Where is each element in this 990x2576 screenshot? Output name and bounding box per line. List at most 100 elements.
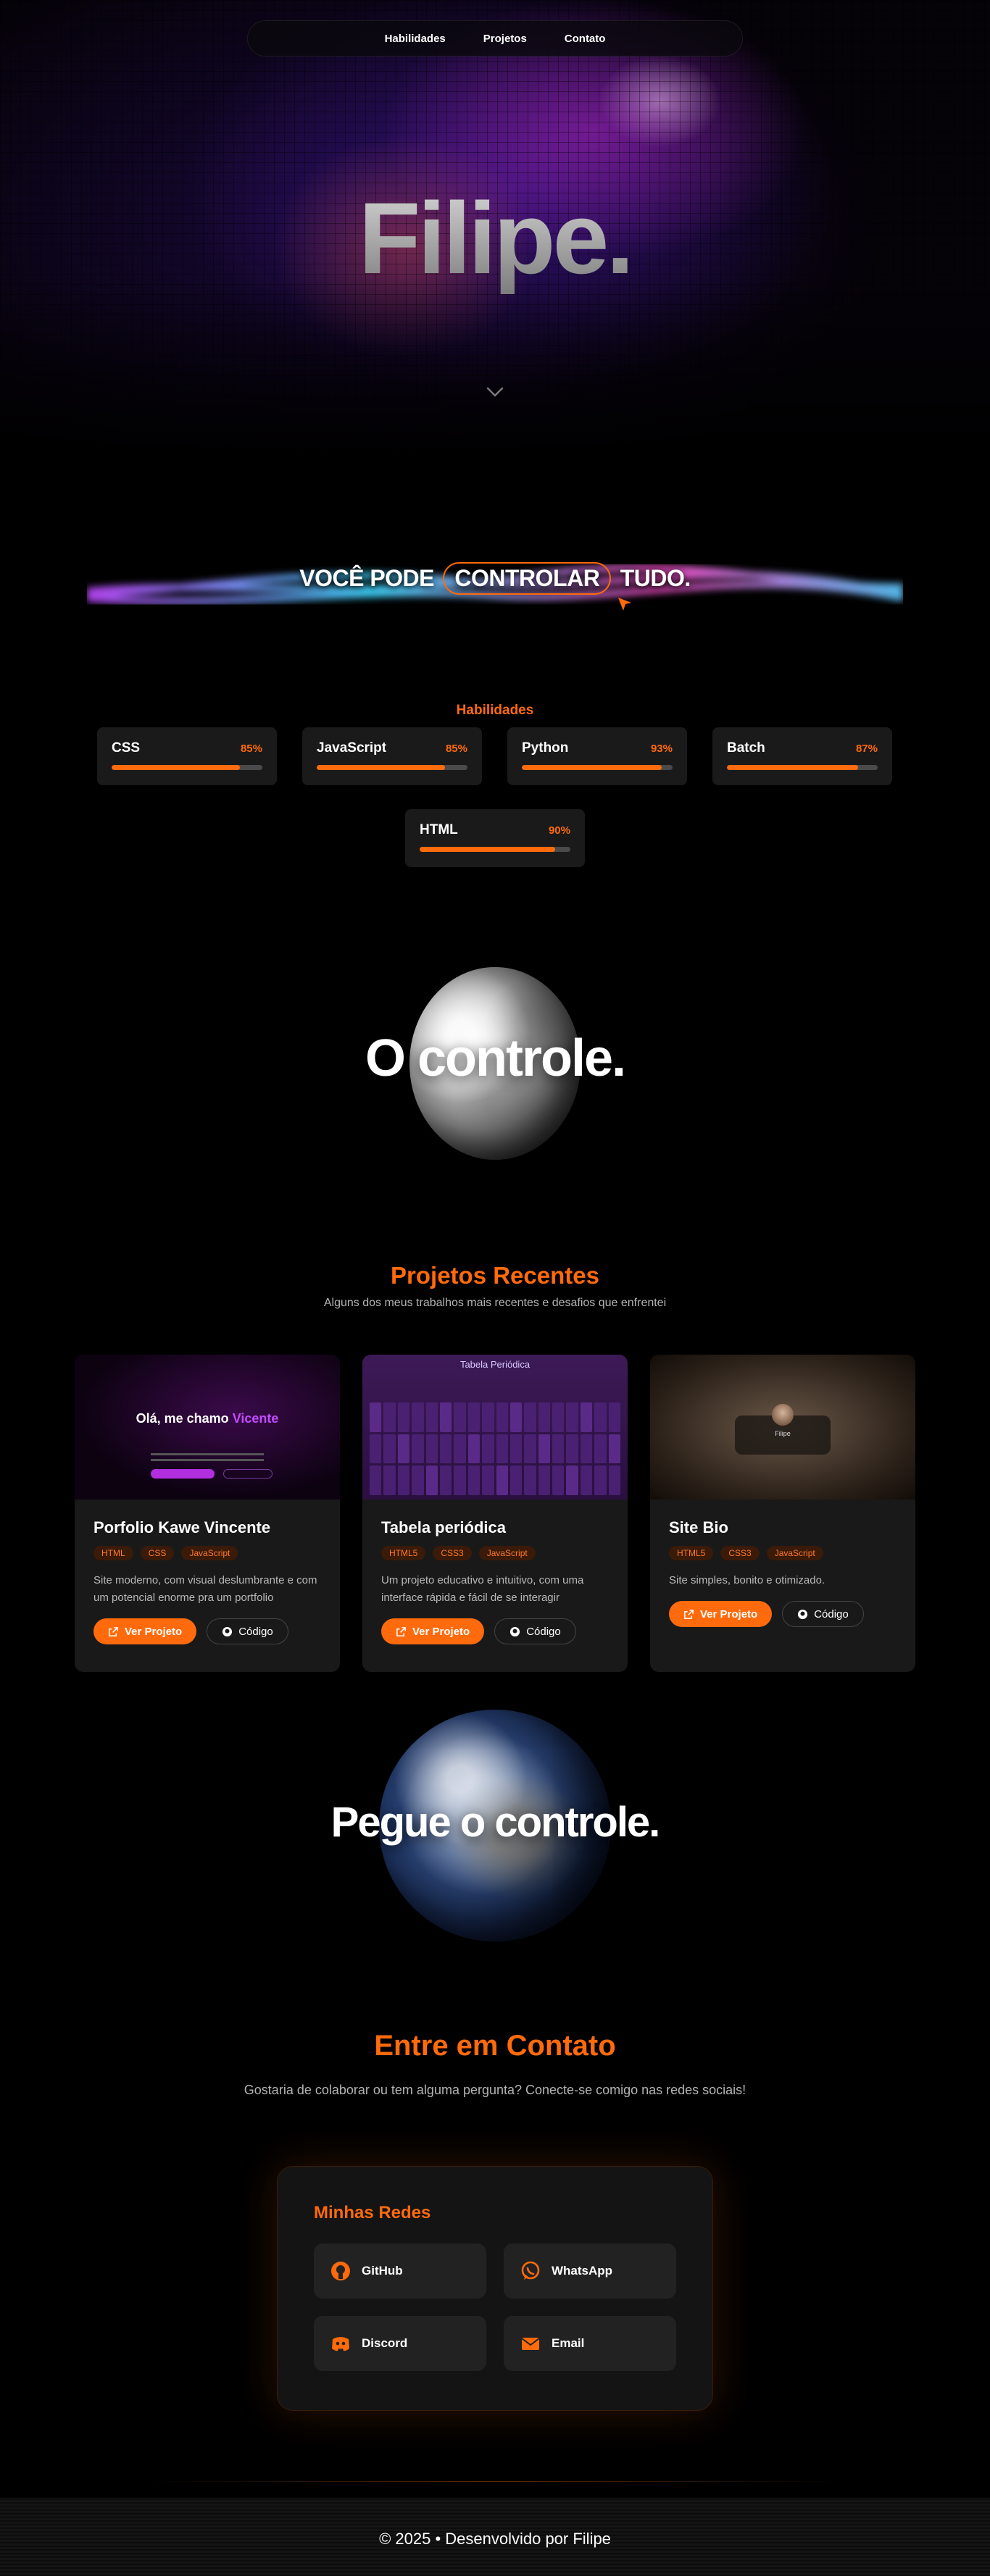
- project-thumbnail[interactable]: Filipe: [650, 1355, 915, 1500]
- periodic-cell: [524, 1465, 536, 1495]
- view-project-button[interactable]: Ver Projeto: [381, 1618, 485, 1644]
- skill-card-batch: Batch 87%: [712, 727, 892, 785]
- view-project-label: Ver Projeto: [412, 1625, 470, 1638]
- project-card-portfolio: Olá, me chamo Vicente Porfolio Kawe Vinc…: [75, 1355, 340, 1672]
- skill-name: JavaScript: [317, 740, 387, 756]
- skill-card-javascript: JavaScript 85%: [302, 727, 482, 785]
- skill-card-css: CSS 85%: [97, 727, 277, 785]
- preview-heading: Tabela Periódica: [459, 1359, 531, 1370]
- discord-icon: [332, 2337, 349, 2351]
- periodic-cell: [496, 1402, 508, 1432]
- periodic-cell: [594, 1465, 607, 1495]
- github-link[interactable]: GitHub: [314, 2243, 486, 2299]
- project-card-tabela: Tabela Periódica Tabela periódica HTML5 …: [362, 1355, 628, 1672]
- footer-text: © 2025 • Desenvolvido por Filipe: [379, 2530, 611, 2548]
- discord-link[interactable]: Discord: [314, 2316, 486, 2371]
- skills-title: Habilidades: [456, 703, 534, 718]
- nav-link-projetos[interactable]: Projetos: [483, 33, 527, 45]
- external-link-icon: [396, 1626, 406, 1636]
- whatsapp-icon: [521, 2261, 540, 2280]
- periodic-cell: [425, 1465, 438, 1495]
- periodic-cell: [552, 1402, 565, 1432]
- hero-fade: [0, 275, 990, 464]
- periodic-cell: [552, 1434, 565, 1464]
- project-thumbnail[interactable]: Olá, me chamo Vicente: [75, 1355, 340, 1500]
- tag: JavaScript: [478, 1546, 536, 1560]
- skill-progress-fill: [420, 847, 556, 852]
- banner-prefix: VOCÊ PODE: [299, 565, 434, 591]
- nav-link-contato[interactable]: Contato: [565, 33, 606, 45]
- skill-card-html: HTML 90%: [405, 809, 585, 867]
- project-description: Um projeto educativo e intuitivo, com um…: [381, 1574, 584, 1604]
- periodic-cell: [566, 1402, 578, 1432]
- code-button[interactable]: Código: [494, 1618, 576, 1644]
- email-link[interactable]: Email: [504, 2316, 676, 2371]
- periodic-cell: [397, 1402, 410, 1432]
- code-label: Código: [526, 1625, 561, 1638]
- periodic-cell: [370, 1402, 382, 1432]
- social-label: Email: [552, 2336, 585, 2350]
- project-description: Site moderno, com visual deslumbrante e …: [93, 1574, 317, 1604]
- periodic-cell: [580, 1465, 593, 1495]
- periodic-cell: [524, 1402, 536, 1432]
- contact-subtitle: Gostaria de colaborar ou tem alguma perg…: [244, 2083, 746, 2097]
- preview-button: [223, 1469, 273, 1479]
- external-link-icon: [109, 1626, 118, 1636]
- nav-link-habilidades[interactable]: Habilidades: [385, 33, 446, 45]
- periodic-cell: [397, 1465, 410, 1495]
- periodic-cell: [482, 1465, 494, 1495]
- skill-name: Python: [522, 740, 569, 756]
- preview-heading: Filipe: [775, 1430, 791, 1437]
- skill-progress-fill: [317, 765, 445, 770]
- skill-percent: 85%: [240, 742, 262, 755]
- periodic-cell: [412, 1402, 424, 1432]
- avatar: [772, 1404, 794, 1426]
- skill-percent: 90%: [548, 824, 570, 837]
- periodic-cell: [594, 1434, 607, 1464]
- view-project-button[interactable]: Ver Projeto: [93, 1618, 197, 1644]
- hero-section: Filipe.: [0, 0, 990, 464]
- periodic-cell: [383, 1465, 396, 1495]
- chevron-down-icon[interactable]: [486, 382, 504, 401]
- code-button[interactable]: Código: [207, 1618, 288, 1644]
- view-project-label: Ver Projeto: [700, 1607, 758, 1621]
- statement-two: Pegue o controle.: [330, 1799, 661, 1846]
- project-thumbnail[interactable]: Tabela Periódica: [362, 1355, 628, 1500]
- periodic-cell: [566, 1434, 578, 1464]
- skill-progress-track: [420, 847, 570, 852]
- skill-card-python: Python 93%: [507, 727, 687, 785]
- project-name: Tabela periódica: [381, 1518, 506, 1536]
- periodic-cell: [594, 1402, 607, 1432]
- banner-highlight: CONTROLAR: [443, 562, 612, 595]
- github-icon: [331, 2262, 350, 2280]
- tag: CSS3: [720, 1546, 760, 1560]
- code-label: Código: [814, 1607, 849, 1621]
- project-description: Site simples, bonito e otimizado.: [669, 1574, 825, 1586]
- skill-name: Batch: [727, 740, 765, 756]
- navbar: Habilidades Projetos Contato: [247, 20, 743, 57]
- periodic-cell: [383, 1434, 396, 1464]
- external-link-icon: [684, 1609, 694, 1619]
- periodic-cell: [580, 1434, 593, 1464]
- email-icon: [521, 2338, 540, 2350]
- whatsapp-link[interactable]: WhatsApp: [504, 2243, 676, 2299]
- code-button[interactable]: Código: [782, 1601, 864, 1627]
- periodic-cell: [425, 1402, 438, 1432]
- social-card-title: Minhas Redes: [314, 2203, 431, 2222]
- periodic-cell: [608, 1434, 620, 1464]
- skill-percent: 93%: [650, 742, 673, 755]
- skill-percent: 85%: [445, 742, 467, 755]
- tag: JavaScript: [181, 1546, 238, 1560]
- tag: HTML: [93, 1546, 133, 1560]
- project-card-site-bio: Filipe Site Bio HTML5 CSS3 JavaScript Si…: [650, 1355, 915, 1672]
- view-project-button[interactable]: Ver Projeto: [669, 1601, 773, 1627]
- projects-subtitle: Alguns dos meus trabalhos mais recentes …: [323, 1297, 667, 1309]
- hero-title: Filipe.: [0, 180, 990, 297]
- periodic-cell: [608, 1465, 620, 1495]
- periodic-cell: [608, 1402, 620, 1432]
- periodic-cell: [524, 1434, 536, 1464]
- social-label: GitHub: [362, 2264, 403, 2278]
- periodic-cell: [412, 1434, 424, 1464]
- periodic-cell: [496, 1465, 508, 1495]
- skill-progress-track: [112, 765, 262, 770]
